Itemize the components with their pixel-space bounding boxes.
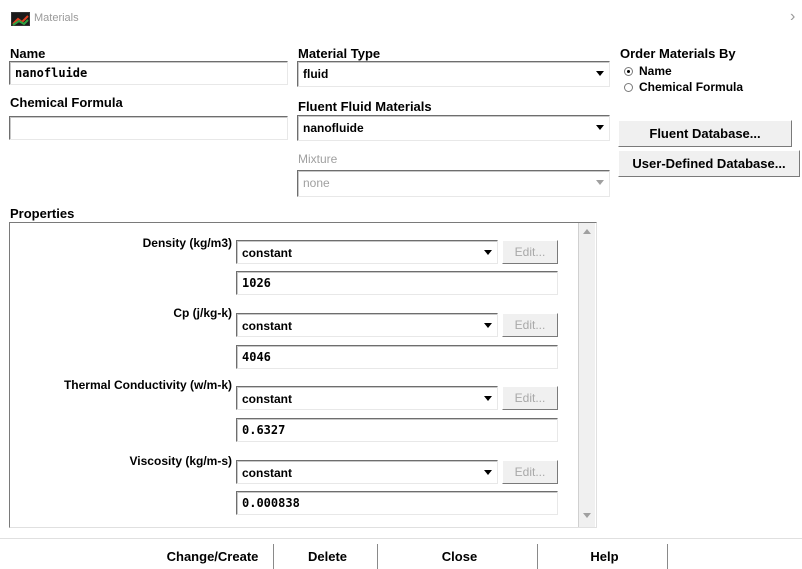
viscosity-method-dropdown[interactable]: constant [236,460,498,484]
material-type-label: Material Type [298,46,381,61]
radio-selected-icon [624,66,633,76]
chevron-down-icon [596,180,604,185]
viscosity-label: Viscosity (kg/m-s) [129,454,232,468]
cp-label: Cp (j/kg-k) [173,306,232,320]
delete-button[interactable]: Delete [278,544,378,569]
window-title: Materials [34,12,79,24]
chevron-down-icon [484,470,492,475]
thermal-conductivity-method-value: constant [242,392,293,406]
order-by-name-label: Name [639,64,672,78]
material-type-value: fluid [303,67,329,81]
chevron-down-icon [484,396,492,401]
close-button[interactable]: Close [382,544,538,569]
change-create-button[interactable]: Change/Create [152,544,274,569]
material-type-dropdown[interactable]: fluid [297,61,610,87]
chemical-formula-input[interactable] [9,116,288,140]
window-title-bar: Materials › [0,0,802,34]
order-materials-by-label: Order Materials By [620,46,736,61]
name-label: Name [10,46,46,61]
order-by-formula-label: Chemical Formula [639,80,744,94]
chemical-formula-label: Chemical Formula [10,95,123,110]
fluent-app-icon [11,12,30,26]
properties-scrollbar[interactable] [578,223,595,527]
viscosity-value-input[interactable]: 0.000838 [236,491,558,515]
thermal-conductivity-value-input[interactable]: 0.6327 [236,418,558,442]
viscosity-edit-button: Edit... [502,460,558,484]
help-button[interactable]: Help [542,544,668,569]
order-by-formula-radio[interactable]: Chemical Formula [624,80,743,94]
cp-edit-button: Edit... [502,313,558,337]
chevron-down-icon [596,71,604,76]
fluent-fluid-materials-dropdown[interactable]: nanofluide [297,115,610,141]
density-value-input[interactable]: 1026 [236,271,558,295]
density-method-dropdown[interactable]: constant [236,240,498,264]
chevron-down-icon [484,323,492,328]
density-edit-button: Edit... [502,240,558,264]
cp-method-value: constant [242,319,293,333]
scroll-down-icon[interactable] [583,513,591,518]
footer-divider [0,538,802,539]
thermal-conductivity-edit-button: Edit... [502,386,558,410]
order-by-name-radio[interactable]: Name [624,64,672,78]
thermal-conductivity-label: Thermal Conductivity (w/m-k) [63,378,232,392]
mixture-value: none [303,176,330,190]
chevron-down-icon [596,125,604,130]
user-defined-database-button[interactable]: User-Defined Database... [618,150,800,177]
chevron-down-icon [484,250,492,255]
close-icon[interactable]: › [790,8,795,26]
density-label: Density (kg/m3) [142,236,232,250]
mixture-label: Mixture [298,152,338,166]
scroll-up-icon[interactable] [583,229,591,234]
mixture-dropdown: none [297,170,610,197]
name-input[interactable]: nanofluide [9,61,288,85]
radio-unselected-icon [624,82,633,92]
thermal-conductivity-method-dropdown[interactable]: constant [236,386,498,410]
viscosity-method-value: constant [242,466,293,480]
fluent-fluid-materials-value: nanofluide [303,121,364,135]
density-method-value: constant [242,246,293,260]
cp-method-dropdown[interactable]: constant [236,313,498,337]
cp-value-input[interactable]: 4046 [236,345,558,369]
properties-label: Properties [10,206,75,221]
fluent-fluid-materials-label: Fluent Fluid Materials [298,99,432,114]
fluent-database-button[interactable]: Fluent Database... [618,120,792,147]
